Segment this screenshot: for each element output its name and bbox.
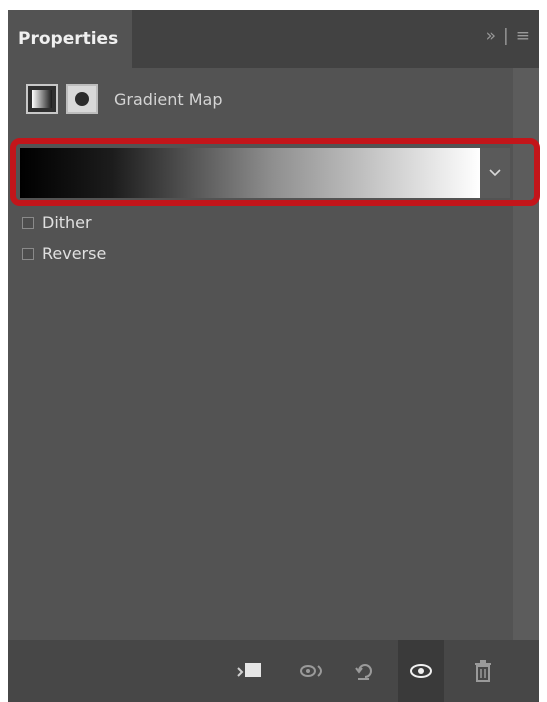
- dither-checkbox[interactable]: [22, 216, 34, 229]
- clip-to-layer-icon: [237, 663, 261, 677]
- panel-controls: » | ≡: [486, 26, 531, 46]
- reverse-label: Reverse: [42, 244, 107, 263]
- layer-mask-icon[interactable]: [66, 84, 98, 114]
- view-previous-state-icon: [300, 665, 322, 677]
- tab-properties[interactable]: Properties: [8, 10, 132, 68]
- panel-menu-icon[interactable]: ≡: [516, 26, 531, 46]
- clip-to-layer-button[interactable]: [233, 654, 267, 688]
- dither-label: Dither: [42, 213, 92, 232]
- gradient-highlight-annotation: [10, 138, 540, 206]
- reset-button[interactable]: [348, 654, 382, 688]
- visibility-eye-icon: [410, 664, 432, 678]
- gradient-map-adjustment-icon[interactable]: [26, 84, 58, 114]
- reset-icon: [355, 664, 372, 680]
- adjustment-header: Gradient Map: [26, 82, 223, 116]
- dither-option[interactable]: Dither: [22, 213, 92, 232]
- controls-separator: |: [503, 26, 510, 46]
- panel-tab-bar: Properties » | ≡: [8, 10, 539, 68]
- properties-panel: Properties » | ≡ Gradient Map Dither Rev…: [8, 10, 540, 702]
- bottom-toolbar: [8, 640, 539, 702]
- reverse-option[interactable]: Reverse: [22, 244, 106, 263]
- trash-icon: [475, 660, 491, 682]
- tab-properties-label: Properties: [18, 29, 119, 49]
- view-previous-button[interactable]: [296, 654, 330, 688]
- reverse-checkbox[interactable]: [22, 247, 34, 260]
- toggle-visibility-button[interactable]: [398, 640, 444, 702]
- delete-button[interactable]: [466, 654, 500, 688]
- adjustment-title: Gradient Map: [114, 89, 223, 109]
- collapse-panel-icon[interactable]: »: [486, 26, 497, 46]
